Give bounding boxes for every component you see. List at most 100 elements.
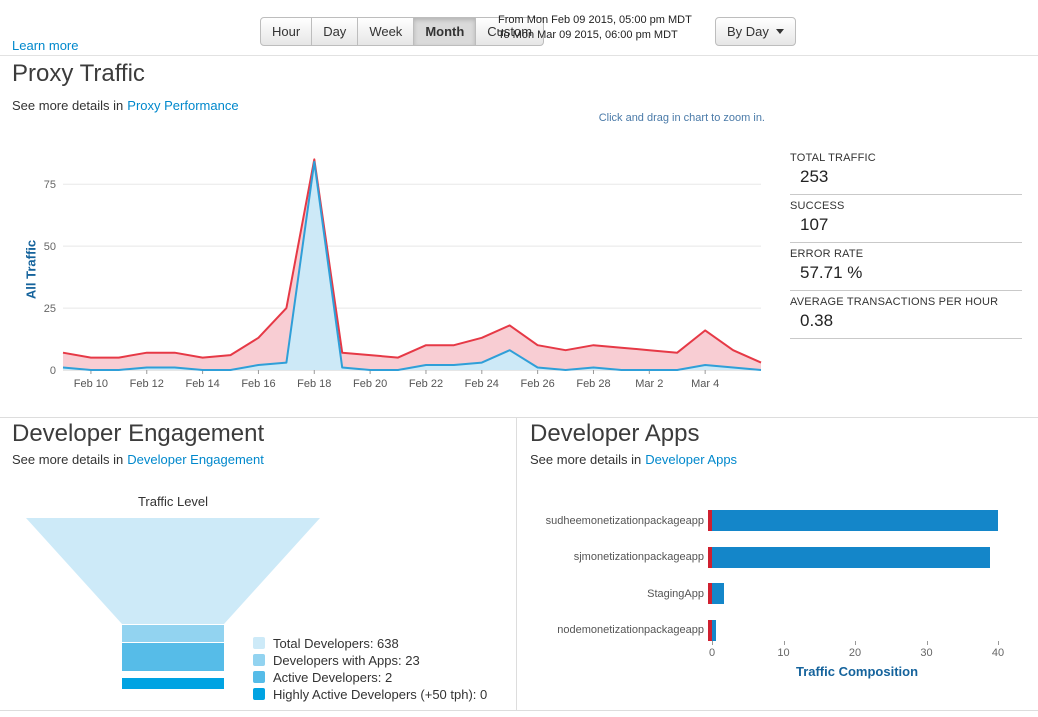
funnel-title: Traffic Level [18,494,328,509]
funnel-legend: Total Developers: 638 Developers with App… [253,635,487,703]
learn-more-link[interactable]: Learn more [12,38,78,53]
zoom-hint: Click and drag in chart to zoom in. [465,112,765,124]
svg-text:Feb 14: Feb 14 [185,378,219,390]
x-tick-mark [712,641,713,645]
x-tick-mark [855,641,856,645]
svg-text:0: 0 [50,365,56,377]
granularity-dropdown[interactable]: By Day [715,17,796,46]
app-bar-row: sudheemonetizationpackageapp [532,510,1024,531]
range-button-day[interactable]: Day [311,17,358,46]
stat-total-traffic: TOTAL TRAFFIC 253 [790,152,1022,195]
proxy-traffic-title: Proxy Traffic [12,60,145,88]
details-prefix: See more details in [530,452,641,467]
svg-text:Feb 16: Feb 16 [241,378,275,390]
x-tick-mark [784,641,785,645]
apps-bar-chart: sudheemonetizationpackageapp sjmonetizati… [532,510,1024,645]
legend-item: Highly Active Developers (+50 tph): 0 [253,686,487,702]
range-button-month[interactable]: Month [413,17,476,46]
app-bar-row: StagingApp [532,583,1024,604]
legend-label: Highly Active Developers (+50 tph): 0 [273,687,487,702]
bottom-divider [0,710,1038,711]
stat-value: 57.71 % [790,263,1022,283]
caret-down-icon [776,29,784,34]
x-tick-label: 0 [697,647,727,659]
column-divider [516,417,517,710]
svg-text:75: 75 [44,179,56,191]
stat-label: SUCCESS [790,200,1022,212]
svg-text:Feb 18: Feb 18 [297,378,331,390]
apps-bar-axis: 010203040 [712,641,1022,665]
app-name: StagingApp [532,588,708,600]
stat-value: 253 [790,167,1022,187]
legend-item: Active Developers: 2 [253,669,487,685]
stat-label: AVERAGE TRANSACTIONS PER HOUR [790,296,1022,308]
range-button-week[interactable]: Week [357,17,414,46]
stat-avg-tph: AVERAGE TRANSACTIONS PER HOUR 0.38 [790,296,1022,339]
x-tick-label: 30 [912,647,942,659]
traffic-bar-segment [712,510,998,531]
date-from: From Mon Feb 09 2015, 05:00 pm MDT [498,13,692,28]
stat-error-rate: ERROR RATE 57.71 % [790,248,1022,291]
svg-text:Mar 2: Mar 2 [635,378,663,390]
date-to: To Mon Mar 09 2015, 06:00 pm MDT [498,28,692,43]
legend-swatch [253,688,265,700]
x-tick-label: 20 [840,647,870,659]
stat-label: ERROR RATE [790,248,1022,260]
developer-apps-title: Developer Apps [530,420,699,448]
details-prefix: See more details in [12,452,123,467]
traffic-stats-panel: TOTAL TRAFFIC 253 SUCCESS 107 ERROR RATE… [790,152,1022,344]
svg-text:25: 25 [44,303,56,315]
traffic-bar-segment [712,547,991,568]
legend-label: Total Developers: 638 [273,636,399,651]
granularity-label: By Day [727,24,769,39]
stat-success: SUCCESS 107 [790,200,1022,243]
developer-engagement-title: Developer Engagement [12,420,264,448]
x-tick-mark [927,641,928,645]
app-name: sudheemonetizationpackageapp [532,515,708,527]
developer-apps-link[interactable]: Developer Apps [645,452,737,467]
traffic-bar[interactable] [708,510,998,531]
x-tick-mark [998,641,999,645]
proxy-traffic-chart[interactable]: 0 25 50 75 Feb 10 Feb 12 Feb 14 Feb 16 Feb 18 Feb… [35,142,775,400]
app-name: sjmonetizationpackageapp [532,551,708,563]
svg-text:Feb 28: Feb 28 [576,378,610,390]
engagement-details-line: See more details in Developer Engagement [12,452,264,467]
legend-item: Developers with Apps: 23 [253,652,487,668]
apps-x-axis-label: Traffic Composition [712,664,1002,679]
traffic-bar-segment [712,620,716,641]
toolbar: Learn more Hour Day Week Month Custom Fr… [0,0,1038,56]
dashboard: Learn more Hour Day Week Month Custom Fr… [0,0,1038,717]
apps-details-line: See more details in Developer Apps [530,452,737,467]
proxy-performance-link[interactable]: Proxy Performance [127,98,238,113]
svg-text:50: 50 [44,241,56,253]
stat-value: 107 [790,215,1022,235]
x-tick-label: 10 [769,647,799,659]
svg-text:Feb 20: Feb 20 [353,378,387,390]
traffic-bar[interactable] [708,583,724,604]
section-divider [0,417,1038,418]
svg-text:Feb 24: Feb 24 [465,378,499,390]
developer-engagement-link[interactable]: Developer Engagement [127,452,264,467]
traffic-bar[interactable] [708,547,990,568]
svg-text:Feb 10: Feb 10 [74,378,108,390]
app-name: nodemonetizationpackageapp [532,624,708,636]
stat-value: 0.38 [790,311,1022,331]
proxy-details-line: See more details inProxy Performance [12,98,239,113]
svg-text:Mar 4: Mar 4 [691,378,719,390]
legend-label: Developers with Apps: 23 [273,653,420,668]
app-bar-row: nodemonetizationpackageapp [532,620,1024,641]
svg-text:Feb 22: Feb 22 [409,378,443,390]
traffic-bar[interactable] [708,620,716,641]
svg-text:Feb 12: Feb 12 [130,378,164,390]
x-tick-label: 40 [983,647,1013,659]
legend-swatch [253,654,265,666]
svg-text:Feb 26: Feb 26 [521,378,555,390]
legend-item: Total Developers: 638 [253,635,487,651]
traffic-bar-segment [712,583,724,604]
date-range: From Mon Feb 09 2015, 05:00 pm MDT To Mo… [498,13,692,43]
legend-swatch [253,637,265,649]
range-button-hour[interactable]: Hour [260,17,312,46]
legend-swatch [253,671,265,683]
legend-label: Active Developers: 2 [273,670,392,685]
app-bar-row: sjmonetizationpackageapp [532,547,1024,568]
